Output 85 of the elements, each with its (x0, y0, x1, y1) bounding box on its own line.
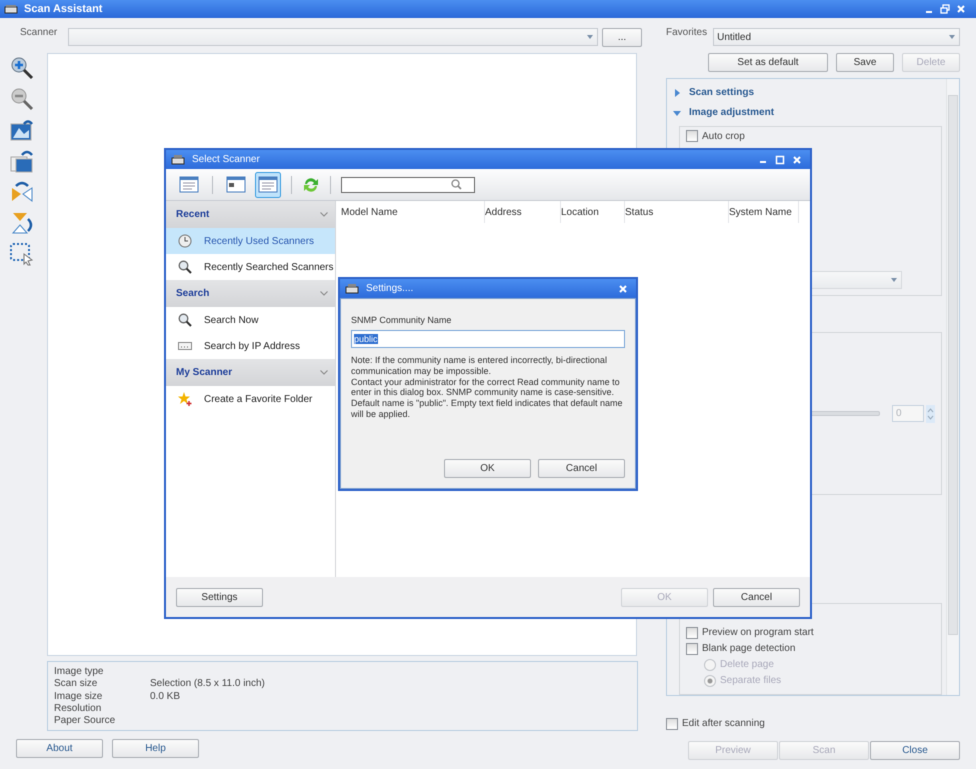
checkbox[interactable] (686, 626, 698, 638)
checkbox-label: Auto crop (702, 130, 745, 142)
info-label: Resolution (54, 702, 102, 714)
favorites-label: Favorites (666, 27, 708, 38)
close-icon[interactable] (792, 154, 802, 164)
search-icon (178, 260, 192, 274)
column-header[interactable]: System Name (729, 201, 799, 223)
note-text: Note: If the community name is entered incorrectly, bi-directional communication may be impossible. (351, 355, 608, 377)
expander-icon[interactable] (673, 88, 681, 97)
info-label: Image size (54, 690, 104, 702)
zoom-in-icon[interactable] (10, 56, 34, 80)
view-icon[interactable] (255, 172, 281, 198)
sidebar-item[interactable]: Search by IP Address (166, 333, 335, 359)
footer-button[interactable]: Help (112, 739, 199, 758)
network-card-icon (178, 341, 192, 351)
community-name-field[interactable]: public (351, 330, 625, 348)
checkbox[interactable] (686, 642, 698, 654)
sidebar-group-header[interactable]: Search (166, 280, 335, 307)
chevron-icon (320, 370, 328, 375)
footer-button[interactable]: About (16, 739, 103, 758)
window-title: Scan Assistant (24, 3, 102, 15)
column-header[interactable]: Address (485, 201, 561, 223)
sidebar-item[interactable]: Create a Favorite Folder (166, 386, 335, 412)
sidebar-group-header[interactable]: My Scanner (166, 359, 335, 386)
zoom-out-icon[interactable] (10, 87, 34, 111)
option-label: Blank page detection (702, 643, 796, 654)
checkbox[interactable] (686, 130, 698, 142)
dialog-title: Select Scanner (192, 154, 260, 165)
search-icon (451, 179, 462, 190)
group-title: My Scanner (176, 367, 232, 378)
expander-icon[interactable] (673, 108, 681, 117)
chevron-icon (320, 212, 328, 217)
section-title[interactable]: Scan settings (689, 87, 754, 98)
star-plus-icon (178, 392, 192, 406)
dialog-title: Settings.... (366, 283, 414, 294)
scanner-icon (4, 4, 18, 14)
sidebar-item[interactable]: Recently Used Scanners (166, 228, 335, 254)
close-icon[interactable] (618, 284, 628, 294)
field-label: SNMP Community Name (351, 315, 452, 325)
refresh-icon[interactable] (302, 176, 320, 194)
group-title: Search (176, 288, 210, 299)
flip-vertical-icon[interactable] (10, 211, 34, 235)
info-value: 0.0 KB (150, 690, 180, 702)
section-title[interactable]: Image adjustment (689, 107, 774, 118)
info-label: Image type (54, 666, 104, 677)
chevron-icon (320, 291, 328, 296)
option-label: Delete page (720, 659, 774, 670)
favorites-button[interactable]: Save (836, 53, 894, 72)
scanner-icon (171, 154, 185, 165)
search-field[interactable] (341, 176, 475, 192)
column-header[interactable]: Location (561, 201, 625, 223)
flip-horizontal-icon[interactable] (10, 180, 34, 204)
dialog-button[interactable]: Cancel (538, 459, 625, 478)
maximize-icon[interactable] (775, 154, 785, 164)
footer-button[interactable]: Close (870, 741, 960, 760)
dialog-button[interactable]: Cancel (713, 588, 800, 606)
photo-arrow-icon[interactable] (10, 118, 34, 142)
clock-icon (178, 234, 192, 248)
scanner-icon (345, 283, 359, 294)
checkbox-label: Edit after scanning (682, 718, 765, 729)
dialog-button[interactable]: Settings (176, 588, 263, 606)
checkbox[interactable] (666, 718, 678, 730)
close-icon[interactable] (956, 4, 966, 14)
column-header[interactable]: Status (625, 201, 729, 223)
column-header[interactable]: Model Name (341, 201, 485, 223)
favorites-button[interactable]: Set as default (708, 53, 828, 72)
sidebar-item[interactable]: Recently Searched Scanners (166, 254, 335, 280)
sidebar-group-header[interactable]: Recent (166, 201, 335, 228)
scanner-label: Scanner (19, 27, 58, 38)
browse-button[interactable]: ... (602, 28, 642, 46)
group-title: Recent (176, 209, 210, 220)
option-label: Separate files (720, 675, 782, 686)
info-value: Selection (8.5 x 11.0 inch) (150, 678, 265, 690)
dialog-button[interactable]: OK (444, 459, 531, 478)
info-label: Scan size (54, 678, 98, 690)
search-icon (178, 313, 192, 327)
note-text: Contact your administrator for the correct Read community name to enter in this dialog box. SNMP community name is case-sensitive. Default name is "public". Empty text field indicates that default name will be applied. (351, 376, 624, 420)
option-label: Preview on program start (702, 627, 814, 638)
dashed-selection-icon[interactable] (10, 242, 34, 266)
photo-arrow-icon[interactable] (10, 149, 34, 173)
info-label: Paper Source (54, 715, 116, 726)
favorites-dropdown[interactable]: Untitled (713, 28, 960, 46)
restore-icon[interactable] (940, 4, 950, 14)
sidebar-item[interactable]: Search Now (166, 307, 335, 333)
scrollbar[interactable] (946, 79, 959, 695)
